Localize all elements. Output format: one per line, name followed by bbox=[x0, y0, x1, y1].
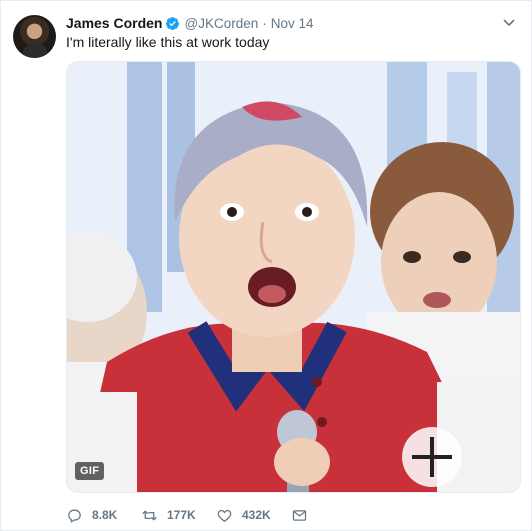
tweet-text: I'm literally like this at work today bbox=[66, 34, 270, 50]
retweet-button[interactable]: 177K bbox=[141, 507, 216, 524]
direct-message-button[interactable] bbox=[291, 507, 317, 524]
tweet-date[interactable]: Nov 14 bbox=[271, 16, 314, 31]
avatar[interactable] bbox=[13, 15, 56, 58]
separator-dot: · bbox=[262, 15, 267, 31]
verified-badge-icon bbox=[166, 16, 180, 30]
tweet-header: James Corden @JKCorden · Nov 14 bbox=[66, 14, 314, 32]
tweet-card[interactable]: James Corden @JKCorden · Nov 14 I'm lite… bbox=[0, 0, 532, 531]
like-button[interactable]: 432K bbox=[216, 507, 291, 524]
reply-icon bbox=[68, 509, 81, 523]
tweet-media-gif[interactable]: GIF bbox=[66, 61, 521, 493]
like-count: 432K bbox=[242, 508, 271, 522]
envelope-icon bbox=[292, 509, 307, 521]
reply-button[interactable]: 8.8K bbox=[66, 507, 141, 524]
tweet-actions: 8.8K 177K 432K bbox=[66, 505, 317, 525]
retweet-icon bbox=[142, 510, 157, 520]
chevron-down-icon[interactable] bbox=[503, 17, 515, 29]
reply-count: 8.8K bbox=[92, 508, 118, 522]
author-handle[interactable]: @JKCorden bbox=[184, 16, 258, 31]
retweet-count: 177K bbox=[167, 508, 196, 522]
gif-frame-illustration bbox=[67, 62, 520, 492]
author-name[interactable]: James Corden bbox=[66, 15, 162, 31]
heart-icon bbox=[217, 509, 232, 522]
gif-badge: GIF bbox=[75, 462, 105, 480]
